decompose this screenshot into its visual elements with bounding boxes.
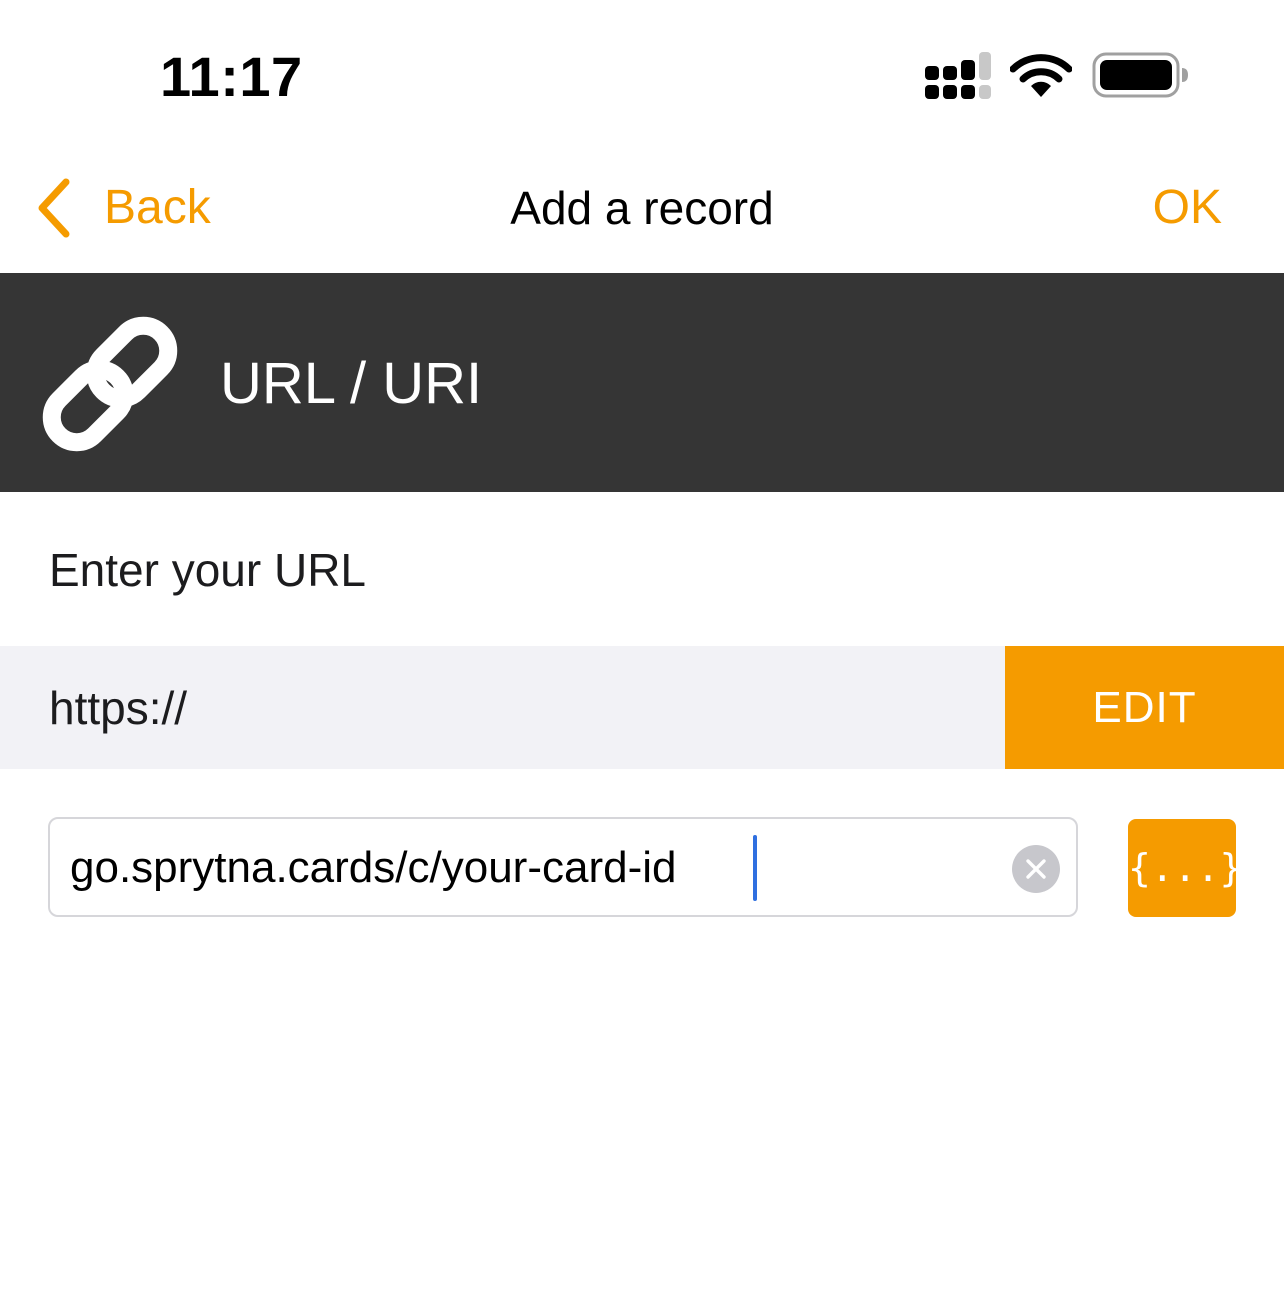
url-scheme-row: https:// EDIT — [0, 646, 1284, 769]
link-icon — [42, 316, 178, 452]
wifi-icon — [1010, 54, 1072, 97]
edit-scheme-button[interactable]: EDIT — [1005, 646, 1284, 769]
status-bar: 11:17 — [0, 0, 1284, 150]
url-prompt-label: Enter your URL — [49, 544, 367, 596]
insert-variable-button[interactable]: {...} — [1128, 819, 1242, 917]
status-time: 11:17 — [160, 45, 303, 108]
record-type-header: URL / URI — [0, 273, 1284, 492]
record-type-title: URL / URI — [220, 351, 483, 416]
clear-input-button[interactable] — [1012, 845, 1060, 893]
ok-button[interactable]: OK — [1153, 176, 1222, 240]
url-field[interactable] — [48, 817, 1078, 917]
url-scheme-value: https:// — [49, 682, 188, 734]
cellular-signal-icon — [925, 52, 991, 99]
back-button-label: Back — [104, 181, 211, 234]
chevron-left-icon — [38, 178, 70, 238]
back-button[interactable]: Back — [36, 176, 211, 240]
text-cursor — [753, 835, 757, 901]
battery-icon — [1092, 52, 1188, 98]
navigation-bar: Back Add a record OK — [0, 150, 1284, 273]
url-input[interactable] — [70, 833, 1010, 903]
close-icon — [1026, 859, 1046, 879]
